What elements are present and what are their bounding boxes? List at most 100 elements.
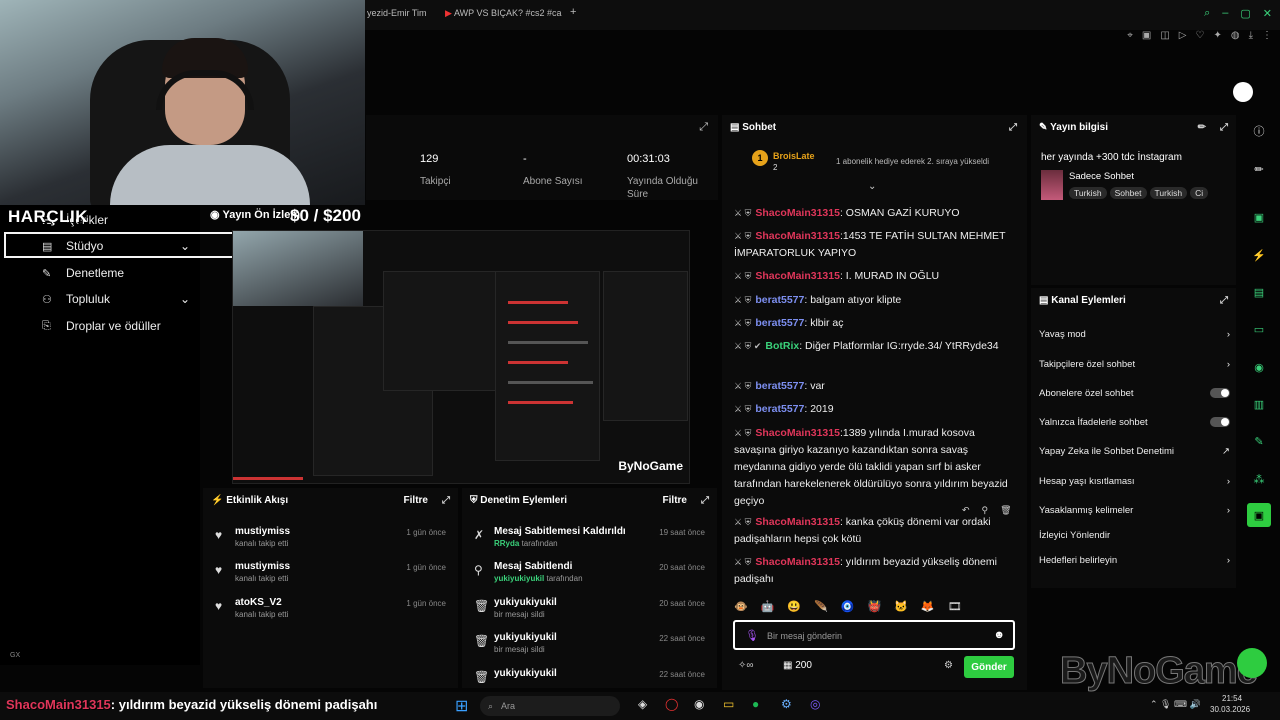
bolt-icon[interactable]: ⚡ [1247, 243, 1271, 267]
emote-icon[interactable]: 🪶 [814, 600, 828, 616]
app-icon[interactable]: ⚙ [781, 697, 792, 711]
browser-tab[interactable]: yezid-Emir Tim [367, 8, 437, 24]
emoji-icon[interactable]: ☻ [993, 629, 1005, 641]
emote-icon[interactable]: 🐱 [894, 600, 908, 616]
event-user[interactable]: mustiymiss [235, 561, 290, 572]
pinned-user[interactable]: BroisLate [773, 151, 815, 161]
nav-item-drops[interactable]: ⎘ Droplar ve ödüller [42, 319, 161, 333]
pip-icon[interactable]: ◫ [1160, 30, 1169, 44]
channel-action-raid[interactable]: İzleyici Yönlendir [1039, 527, 1230, 543]
chat-username[interactable]: berat5577 [755, 403, 804, 415]
tray-icons[interactable]: ⌃ 🎙 ⌨ 🔊 [1150, 699, 1201, 710]
event-user[interactable]: atoKS_V2 [235, 597, 282, 608]
channel-action-account-age[interactable]: Hesap yaşı kısıtlaması › [1039, 473, 1230, 489]
play-icon[interactable]: ▷ [1179, 30, 1187, 44]
chat-username[interactable]: ShacoMain31315 [755, 516, 840, 528]
send-button[interactable]: Gönder [964, 656, 1014, 678]
emote-icon[interactable]: 🤖 [761, 600, 775, 616]
steam-icon[interactable]: ◉ [694, 697, 704, 711]
chat-username[interactable]: ShacoMain31315 [755, 270, 840, 282]
extensions-icon[interactable]: ✦ [1213, 30, 1221, 44]
avatar[interactable] [1233, 82, 1253, 102]
emote-icon[interactable]: 😃 [787, 600, 801, 616]
mod-action-name[interactable]: yukiyukiyukil [494, 597, 557, 608]
event-user[interactable]: mustiymiss [235, 526, 290, 537]
chat-username[interactable]: ShacoMain31315 [755, 427, 840, 439]
heart-icon[interactable]: ♡ [1195, 30, 1204, 44]
emote-icon[interactable]: 🦊 [921, 600, 935, 616]
channel-action-slow-mode[interactable]: Yavaş mod › [1039, 326, 1230, 342]
tag-pill[interactable]: Ci [1190, 187, 1209, 199]
chat-username[interactable]: berat5577 [755, 294, 804, 306]
download-icon[interactable]: ⤓ [1249, 30, 1253, 44]
opera-icon[interactable]: ◯ [665, 697, 678, 711]
chat-message[interactable]: ⚔ ⛨ berat5577: balgam atıyor klipte [734, 292, 1017, 309]
channel-action-followers-only[interactable]: Takipçilere özel sohbet › [1039, 356, 1230, 372]
filter-button[interactable]: Filtre [663, 495, 687, 506]
chat-username[interactable]: BotRix [765, 340, 799, 352]
chat-username[interactable]: ShacoMain31315 [755, 230, 840, 242]
chat-username[interactable]: ShacoMain31315 [755, 556, 840, 568]
taskview-icon[interactable]: ◈ [638, 697, 647, 711]
spotify-icon[interactable]: ● [752, 697, 759, 711]
screenshot-icon[interactable]: ▣ [1142, 30, 1151, 44]
expand-icon[interactable]: ⤢ [442, 495, 450, 506]
wrench-icon[interactable]: ✎ [1247, 429, 1271, 453]
chat-message[interactable]: ⚔ ⛨ berat5577: var [734, 378, 1017, 395]
discord-icon[interactable]: ◎ [810, 697, 820, 711]
pin-icon[interactable]: ⚲ [982, 505, 989, 516]
stream-category[interactable]: Sadece Sohbet [1069, 171, 1134, 182]
add-panel-icon[interactable]: ▣ [1247, 503, 1271, 527]
tag-pill[interactable]: Turkish [1069, 187, 1107, 199]
chat-message[interactable]: ⚔ ⛨ ✔ BotRix: Diğer Platformlar IG:rryde.… [734, 338, 1017, 355]
emote-icon[interactable]: 🎞 [948, 600, 962, 616]
clip-icon[interactable]: ▣ [1247, 205, 1271, 229]
expand-icon[interactable]: ⤢ [701, 495, 709, 506]
tag-pill[interactable]: Turkish [1149, 187, 1188, 199]
chat-input[interactable]: 🎙 Bir mesaj gönderin ☻ [733, 620, 1015, 650]
channel-points[interactable]: ▦ 200 [783, 660, 812, 671]
channel-action-ai-moderation[interactable]: Yapay Zeka ile Sohbet Denetimi ↗ [1039, 443, 1230, 459]
collapse-icon[interactable]: ⌄ [868, 181, 876, 192]
channel-action-banned-words[interactable]: Yasaklanmış kelimeler › [1039, 502, 1230, 518]
layout-icon[interactable]: ▥ [1247, 392, 1271, 416]
minimize-icon[interactable]: – [1222, 7, 1228, 20]
settings-icon[interactable]: ⚙ [944, 660, 953, 671]
chat-message[interactable]: ⚔ ⛨ berat5577: 2019 [734, 401, 1017, 418]
profile-icon[interactable]: ◍ [1231, 30, 1240, 44]
filter-button[interactable]: Filtre [404, 495, 428, 506]
search-icon[interactable]: ⌕ [1204, 7, 1210, 20]
browser-tab[interactable]: ▶ AWP VS BIÇAK? #cs2 #ca [445, 8, 565, 24]
mic-icon[interactable]: 🎙 [745, 629, 759, 642]
list-icon[interactable]: ▤ [1247, 280, 1271, 304]
tag-pill[interactable]: Sohbet [1109, 187, 1147, 199]
chat-icon[interactable]: ▭ [1247, 317, 1271, 341]
chat-message[interactable]: ⚔ ⛨ ShacoMain31315: I. MURAD IN OĞLU [734, 268, 1017, 285]
chat-message[interactable]: ⚔ ⛨ ShacoMain31315:1453 TE FATİH SULTAN M… [734, 228, 1017, 262]
chat-message[interactable]: ⚔ ⛨ ShacoMain31315:1389 yılında I.murad k… [734, 425, 1017, 510]
subs-only-toggle[interactable] [1210, 388, 1230, 398]
edit-icon[interactable]: ✏ [1247, 157, 1271, 181]
close-icon[interactable]: ✕ [1263, 7, 1272, 20]
expand-icon[interactable]: ⤢ [699, 121, 708, 134]
expand-icon[interactable]: ⤢ [1009, 122, 1017, 133]
mod-action-name[interactable]: yukiyukiyukil [494, 632, 557, 643]
chat-message[interactable]: ⚔ ⛨ ShacoMain31315: kanka çöküş dönemi va… [734, 514, 1017, 548]
mod-action-user[interactable]: yukiyukiyukil [494, 574, 544, 583]
chat-tools-icon[interactable]: ✧∞ [738, 660, 754, 671]
nav-item-community[interactable]: ⚇ Topluluk ⌄ [42, 292, 190, 306]
chat-username[interactable]: berat5577 [755, 317, 804, 329]
chat-username[interactable]: berat5577 [755, 380, 804, 392]
folder-icon[interactable]: ▭ [723, 697, 734, 711]
emote-only-toggle[interactable] [1210, 417, 1230, 427]
windows-start-icon[interactable]: ⊞ [455, 696, 468, 716]
stream-preview-thumbnail[interactable]: ByNoGame [232, 230, 690, 484]
chat-username[interactable]: ShacoMain31315 [755, 207, 840, 219]
broadcast-icon[interactable]: ◉ [1247, 355, 1271, 379]
emote-icon[interactable]: 👹 [868, 600, 882, 616]
emote-icon[interactable]: 🐵 [734, 600, 748, 616]
taskbar-search[interactable]: ⌕ Ara [480, 696, 620, 716]
chat-message[interactable]: ⚔ ⛨ berat5577: klbir aç [734, 315, 1017, 332]
new-tab-button[interactable]: + [570, 6, 584, 22]
mod-action-user[interactable]: RRyda [494, 539, 519, 548]
